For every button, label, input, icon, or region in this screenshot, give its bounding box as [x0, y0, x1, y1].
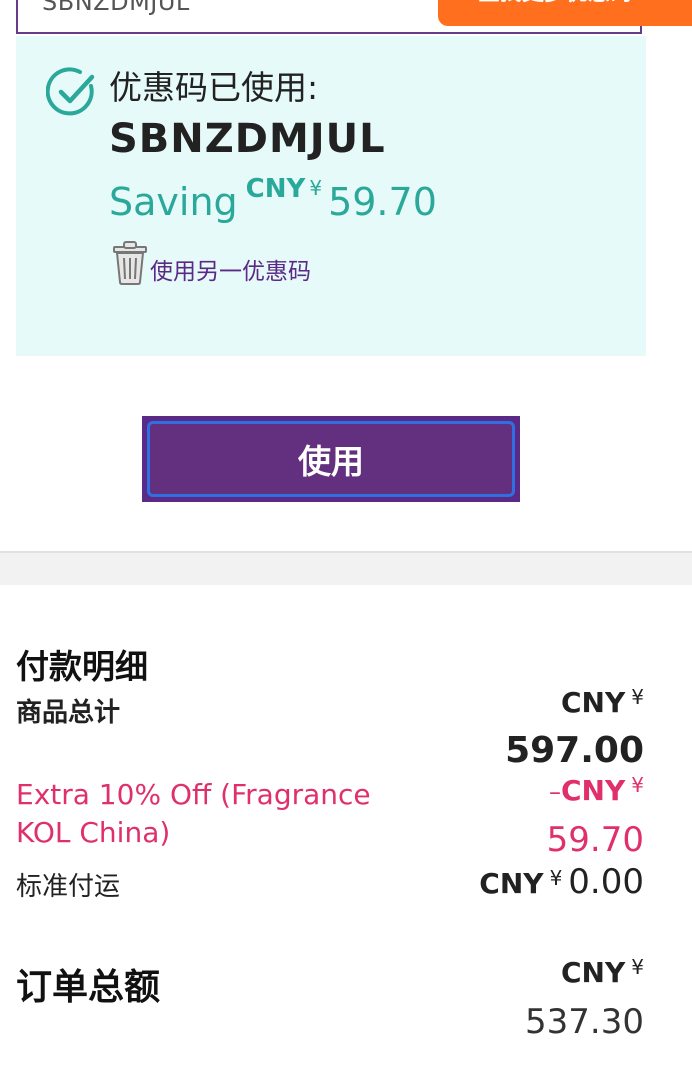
- use-another-code-link[interactable]: 使用另一优惠码: [150, 252, 311, 286]
- promo-applied-label: 优惠码已使用:: [109, 68, 319, 107]
- payment-details-title: 付款明细: [16, 647, 148, 686]
- total-yen: ¥: [631, 955, 644, 979]
- section-divider: [0, 551, 692, 585]
- discount-value: 59.70: [546, 820, 644, 860]
- subtotal-label: 商品总计: [16, 698, 121, 728]
- saving-currency: CNY: [245, 174, 306, 204]
- discount-label: Extra 10% Off (Fragrance KOL China): [16, 778, 371, 849]
- shipping-cny: CNY: [479, 867, 544, 900]
- subtotal-value: 597.00: [505, 730, 644, 771]
- promo-saving: Saving CNY ¥59.70: [109, 174, 437, 224]
- total-currency: CNY ¥: [561, 955, 644, 989]
- discount-cny: CNY: [561, 774, 626, 807]
- saving-word: Saving: [109, 180, 238, 224]
- subtotal-yen: ¥: [631, 685, 644, 709]
- apply-button-label: 使用: [147, 421, 515, 497]
- saving-yen: ¥: [309, 176, 323, 200]
- shipping-value: 0.00: [568, 862, 644, 902]
- total-cny: CNY: [561, 956, 626, 989]
- subtotal-currency: CNY ¥: [561, 685, 644, 719]
- check-circle-icon: [46, 67, 95, 116]
- shipping-label: 标准付运: [16, 872, 121, 902]
- trash-icon[interactable]: [110, 240, 150, 286]
- promo-applied-code: SBNZDMJUL: [109, 116, 386, 162]
- discount-currency: –CNY ¥: [549, 773, 644, 807]
- order-total-label: 订单总额: [16, 967, 161, 1008]
- discount-yen: ¥: [631, 773, 644, 797]
- saving-amount: 59.70: [328, 180, 437, 224]
- shipping-yen: ¥: [549, 866, 563, 890]
- total-value: 537.30: [525, 1002, 644, 1042]
- shipping-amount: CNY ¥0.00: [479, 862, 644, 902]
- discount-minus: –: [549, 778, 561, 806]
- find-more-codes-button[interactable]: 查找更多优惠码: [438, 0, 692, 26]
- subtotal-cny: CNY: [561, 686, 626, 719]
- coupon-code-value: SBNZDMJUL: [42, 0, 190, 16]
- apply-button[interactable]: 使用: [142, 416, 520, 502]
